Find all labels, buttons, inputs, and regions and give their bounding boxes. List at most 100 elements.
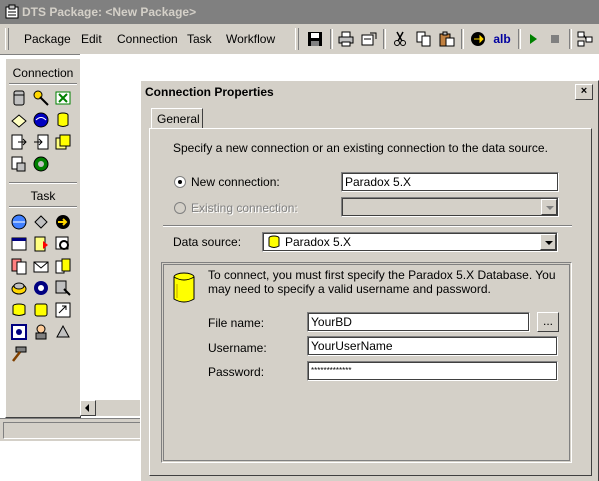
text-annotation-button[interactable]: alb xyxy=(491,29,513,49)
close-icon: × xyxy=(580,85,588,97)
dynamic-properties-task-icon[interactable] xyxy=(32,301,50,319)
menu-toolbar-row: Package Edit Connection Task Workflow al… xyxy=(0,24,599,55)
close-button[interactable]: × xyxy=(575,84,593,100)
print-setup-icon xyxy=(361,32,377,46)
tab-general[interactable]: General xyxy=(151,108,203,129)
transfer-databases-task-icon[interactable] xyxy=(32,279,50,297)
hammer-icon[interactable] xyxy=(10,345,28,363)
menu-package[interactable]: Package xyxy=(24,32,71,46)
transfer-jobs-task-icon[interactable] xyxy=(10,323,28,341)
section-divider xyxy=(9,206,77,208)
transfer-logins-task-icon[interactable] xyxy=(32,323,50,341)
section-divider xyxy=(9,83,77,85)
window-title: DTS Package: <New Package> xyxy=(22,5,197,19)
execute-sql-task-icon[interactable] xyxy=(32,235,50,253)
paradox-icon[interactable] xyxy=(54,111,72,129)
password-input[interactable]: ************* xyxy=(307,361,558,381)
file-transfer-task-icon[interactable] xyxy=(10,213,28,231)
message-queue-task-icon[interactable] xyxy=(10,279,28,297)
username-input[interactable]: YourUserName xyxy=(307,336,558,356)
cut-icon xyxy=(394,31,406,46)
data-source-select[interactable]: Paradox 5.X xyxy=(262,232,558,252)
new-connection-label: New connection: xyxy=(191,175,280,189)
bulk-insert-task-icon[interactable] xyxy=(54,257,72,275)
data-link-icon[interactable] xyxy=(10,155,28,173)
copy-objects-task-icon[interactable] xyxy=(10,257,28,275)
stop-button[interactable] xyxy=(545,29,565,49)
access-key-icon[interactable] xyxy=(32,89,50,107)
oracle-icon[interactable] xyxy=(54,133,72,151)
database-icon xyxy=(173,272,195,303)
copy-icon xyxy=(416,31,431,47)
print-icon xyxy=(338,31,354,47)
toolbar-separator xyxy=(569,29,572,49)
info-text: To connect, you must first specify the P… xyxy=(208,268,556,296)
stop-icon xyxy=(551,35,559,43)
menu-connection[interactable]: Connection xyxy=(117,32,178,46)
intro-text: Specify a new connection or an existing … xyxy=(173,141,548,155)
file-name-input[interactable]: YourBD xyxy=(307,312,530,332)
existing-connection-select[interactable] xyxy=(341,197,559,217)
toolbar-separator xyxy=(518,29,521,49)
analysis-services-task-icon[interactable] xyxy=(10,301,28,319)
transform-data-task-icon[interactable] xyxy=(54,213,72,231)
existing-connection-radio[interactable] xyxy=(174,202,186,214)
text-destination-icon[interactable] xyxy=(32,133,50,151)
copy-button[interactable] xyxy=(414,29,434,49)
run-button[interactable] xyxy=(523,29,543,49)
connection-section-label: Connection xyxy=(12,66,74,80)
menu-workflow[interactable]: Workflow xyxy=(226,32,275,46)
run-icon xyxy=(530,34,537,44)
scroll-left-button[interactable] xyxy=(80,400,96,416)
data-source-dropdown-button[interactable] xyxy=(540,234,556,250)
transform-icon xyxy=(471,32,485,46)
sql-server-icon[interactable] xyxy=(10,89,28,107)
existing-connection-label: Existing connection: xyxy=(191,201,298,215)
activex-script-task-icon[interactable] xyxy=(32,213,50,231)
paste-button[interactable] xyxy=(437,29,457,49)
execute-package-task-icon[interactable] xyxy=(54,301,72,319)
file-name-label: File name: xyxy=(208,316,265,330)
dbase-icon[interactable] xyxy=(10,111,28,129)
menubar-grip[interactable] xyxy=(5,28,9,50)
tool-palette: Connection Task xyxy=(5,58,81,418)
divider xyxy=(163,225,572,227)
toolbar-separator xyxy=(330,29,333,49)
arrow-left-icon xyxy=(85,404,89,412)
radio-selected-dot xyxy=(178,180,182,184)
print-button[interactable] xyxy=(336,29,356,49)
paradox-db-icon xyxy=(268,235,280,248)
transfer-master-procedures-task-icon[interactable] xyxy=(54,323,72,341)
window-titlebar: DTS Package: <New Package> xyxy=(0,0,599,24)
text-annotation-icon: alb xyxy=(493,32,511,46)
save-icon xyxy=(308,32,322,46)
data-driven-query-task-icon[interactable] xyxy=(54,235,72,253)
browse-button[interactable]: ... xyxy=(537,312,559,332)
transform-button[interactable] xyxy=(468,29,488,49)
chevron-down-icon xyxy=(545,241,553,245)
toolbar-separator xyxy=(461,29,464,49)
ftp-task-icon[interactable] xyxy=(54,279,72,297)
toolbar-grip[interactable] xyxy=(295,28,299,50)
menu-edit[interactable]: Edit xyxy=(81,32,102,46)
cut-button[interactable] xyxy=(390,29,410,49)
menu-task[interactable]: Task xyxy=(187,32,212,46)
layout-icon xyxy=(577,31,593,47)
execute-process-task-icon[interactable] xyxy=(10,235,28,253)
password-label: Password: xyxy=(208,365,265,379)
send-mail-task-icon[interactable] xyxy=(32,257,50,275)
excel-icon[interactable] xyxy=(54,89,72,107)
existing-connection-dropdown-button[interactable] xyxy=(541,199,557,215)
dialog-titlebar: Connection Properties × xyxy=(143,83,596,101)
data-source-value: Paradox 5.X xyxy=(285,235,352,249)
layout-button[interactable] xyxy=(575,29,595,49)
new-connection-input[interactable]: Paradox 5.X xyxy=(341,172,559,192)
new-connection-radio[interactable] xyxy=(174,176,186,188)
task-section-label: Task xyxy=(30,189,56,203)
odbc-icon[interactable] xyxy=(32,155,50,173)
print-setup-button[interactable] xyxy=(359,29,379,49)
html-file-icon[interactable] xyxy=(32,111,50,129)
text-source-icon[interactable] xyxy=(10,133,28,151)
section-divider xyxy=(9,182,77,184)
save-button[interactable] xyxy=(305,29,325,49)
